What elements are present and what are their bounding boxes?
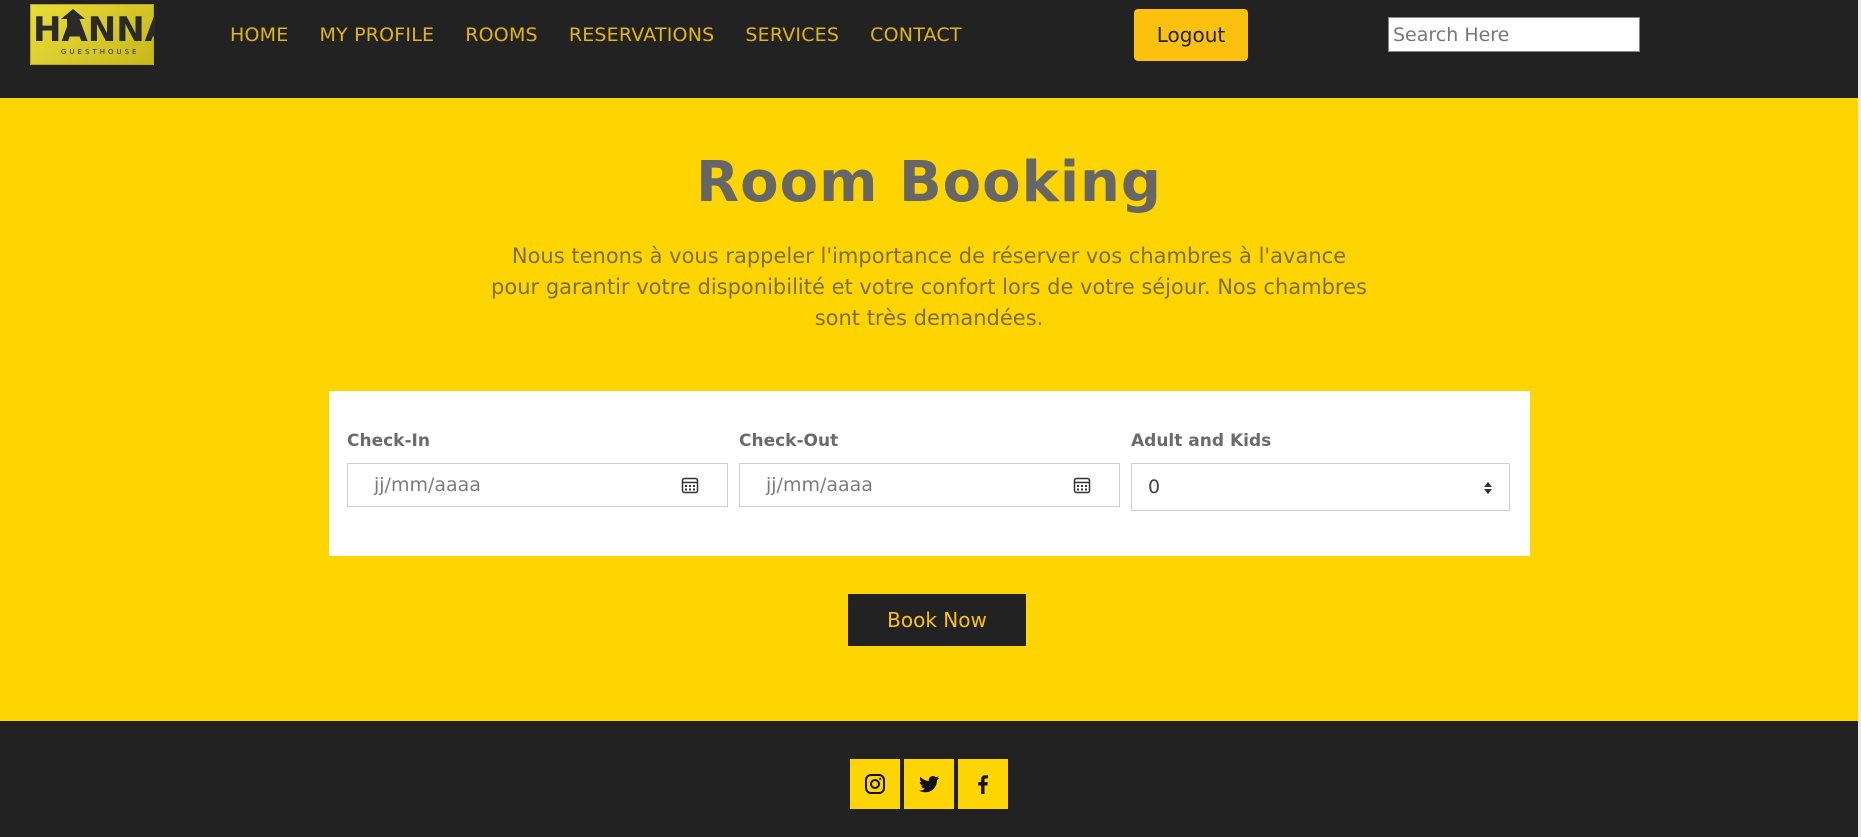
logo[interactable]: HANNA GUESTHOUSE: [30, 4, 155, 65]
guests-value: 0: [1148, 476, 1161, 498]
nav-home[interactable]: HOME: [230, 22, 288, 48]
instagram-icon: [865, 774, 885, 794]
nav-my-profile[interactable]: MY PROFILE: [319, 22, 434, 48]
instagram-link[interactable]: [850, 759, 900, 809]
check-in-field: Check-In jj/mm/aaaa: [347, 431, 728, 507]
booking-form: Check-In jj/mm/aaaa Check-Out jj/mm/aaaa: [329, 391, 1530, 556]
nav-reservations[interactable]: RESERVATIONS: [569, 22, 715, 48]
nav-rooms[interactable]: ROOMS: [465, 22, 538, 48]
check-out-input[interactable]: jj/mm/aaaa: [739, 463, 1120, 507]
calendar-icon[interactable]: [1073, 476, 1091, 494]
search-input[interactable]: [1388, 17, 1640, 52]
check-in-placeholder: jj/mm/aaaa: [374, 474, 481, 496]
booking-section: Room Booking Nous tenons à vous rappeler…: [0, 98, 1858, 721]
twitter-link[interactable]: [904, 759, 954, 809]
main-nav: HOME MY PROFILE ROOMS RESERVATIONS SERVI…: [230, 22, 993, 48]
facebook-link[interactable]: [958, 759, 1008, 809]
footer: [0, 721, 1858, 837]
guests-label: Adult and Kids: [1131, 431, 1272, 451]
nav-contact[interactable]: CONTACT: [870, 22, 962, 48]
check-in-label: Check-In: [347, 431, 430, 451]
logo-graphic: HANNA GUESTHOUSE: [33, 9, 155, 56]
facebook-icon: [978, 775, 988, 794]
twitter-icon: [919, 776, 939, 793]
svg-text:GUESTHOUSE: GUESTHOUSE: [61, 48, 139, 56]
nav-services[interactable]: SERVICES: [745, 22, 839, 48]
check-out-field: Check-Out jj/mm/aaaa: [739, 431, 1120, 507]
svg-text:HANNA: HANNA: [33, 10, 155, 50]
guests-select[interactable]: 0: [1131, 463, 1510, 511]
book-now-button[interactable]: Book Now: [848, 594, 1026, 646]
select-arrows-icon: [1484, 482, 1492, 494]
page-subtitle: Nous tenons à vous rappeler l'importance…: [491, 244, 1367, 330]
check-out-placeholder: jj/mm/aaaa: [766, 474, 873, 496]
check-out-label: Check-Out: [739, 431, 839, 451]
page-title: Room Booking: [696, 150, 1162, 215]
logout-button[interactable]: Logout: [1134, 9, 1248, 61]
calendar-icon[interactable]: [681, 476, 699, 494]
check-in-input[interactable]: jj/mm/aaaa: [347, 463, 728, 507]
guests-field: Adult and Kids 0: [1131, 431, 1510, 511]
navbar: HANNA GUESTHOUSE HOME MY PROFILE ROOMS R…: [0, 0, 1861, 98]
